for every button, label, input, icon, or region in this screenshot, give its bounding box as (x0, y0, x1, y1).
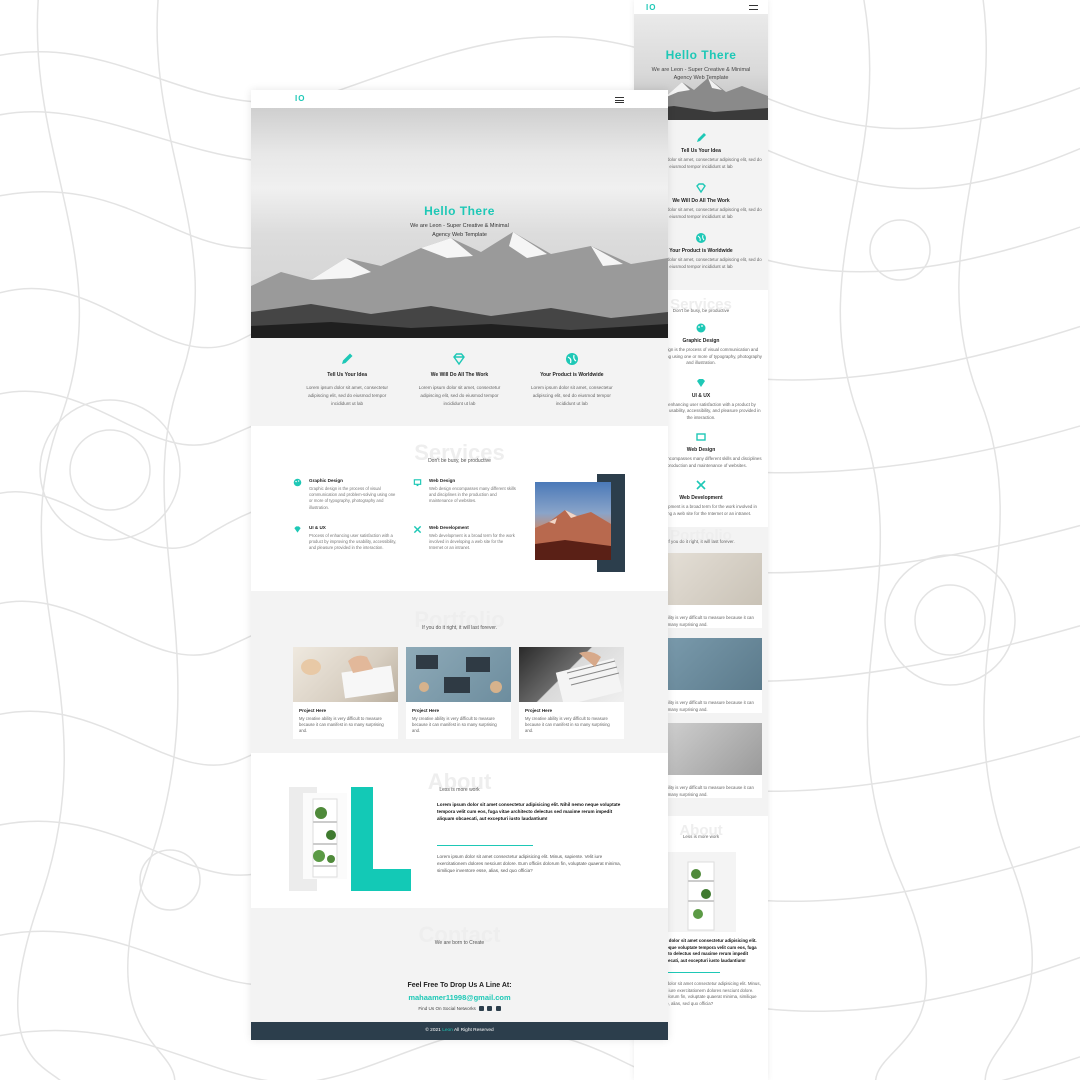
service-title: Web Design (429, 478, 456, 483)
about-section: About Less is more work Lorem ipsum dolo… (251, 753, 668, 908)
services-section: Services Don't be busy, be productive Gr… (251, 426, 668, 591)
service-title: Graphic Design (309, 478, 343, 483)
service-text: Process of enhancing user satisfaction w… (309, 532, 397, 551)
palette-icon (293, 478, 302, 487)
instagram-icon[interactable] (479, 1006, 485, 1012)
hamburger-menu-icon[interactable] (615, 97, 624, 103)
monitor-icon (696, 433, 706, 441)
project-card[interactable]: Project Here My creative ability is very… (293, 647, 398, 739)
diamond-icon (696, 183, 706, 194)
portfolio-section: Portfolio If you do it right, it will la… (251, 591, 668, 753)
service-item: UI & UX Process of enhancing user satisf… (291, 525, 397, 552)
feature-text: Lorem ipsum dolor sit amet, consectetur … (418, 385, 501, 406)
feature-text: Lorem ipsum dolor sit amet, consectetur … (306, 385, 389, 406)
portfolio-heading: Portfolio If you do it right, it will la… (251, 607, 668, 637)
service-text: Web development is a broad term for the … (429, 532, 515, 551)
mobile-hero-subtitle: We are Leon - Super Creative & Minimal A… (651, 67, 751, 81)
features-section: Tell Us Your Idea Lorem ipsum dolor sit … (251, 338, 668, 426)
feature-title: We Will Do All The Work (430, 372, 489, 378)
project-text: My creative ability is very difficult to… (525, 716, 610, 734)
contact-email-link[interactable]: mahaamer11998@gmail.com (251, 993, 668, 1002)
contact-section: Contact We are born to Create Feel Free … (251, 908, 668, 1022)
service-text: Graphic design is the process of visual … (309, 486, 396, 510)
project-title: Project Here (299, 708, 327, 713)
feature-text: Lorem ipsum dolor sit amet, consectetur … (530, 385, 613, 406)
about-divider (437, 845, 533, 846)
logo[interactable]: IO (295, 94, 305, 103)
globe-icon (565, 353, 578, 365)
footer-copyright: © 2021 (425, 1028, 441, 1033)
mobile-about-image (666, 852, 736, 932)
code-icon (413, 525, 422, 533)
project-image (519, 647, 624, 702)
contact-heading: Contact We are born to Create (251, 922, 668, 952)
project-title: Project Here (525, 708, 553, 713)
monitor-icon (413, 479, 422, 487)
project-title: Project Here (412, 708, 440, 713)
mobile-logo[interactable]: IO (646, 3, 656, 12)
pencil-icon (342, 353, 353, 364)
portfolio-tagline: If you do it right, it will last forever… (421, 625, 498, 631)
hero-section: Hello There We are Leon - Super Creative… (251, 108, 668, 338)
project-text: My creative ability is very difficult to… (299, 716, 384, 734)
footer: © 2021 Leon All Right Reserved (251, 1022, 668, 1040)
social-label: Find Us On Social Networks (418, 1006, 476, 1011)
navbar: IO (251, 90, 668, 108)
contact-tagline: We are born to Create (434, 940, 485, 946)
service-item: Web Development Web development is a bro… (411, 525, 517, 552)
about-plant-shelf-image (303, 793, 347, 879)
social-networks: Find Us On Social Networks (251, 1006, 668, 1012)
feature-item: Your Product is Worldwide Lorem ipsum do… (516, 352, 628, 426)
services-mountain-photo (535, 482, 611, 560)
services-tagline: Don't be busy, be productive (428, 458, 491, 464)
mobile-navbar: IO (634, 0, 768, 14)
mobile-menu-icon[interactable] (749, 5, 758, 10)
service-title: Web Development (429, 524, 469, 530)
palette-icon (696, 323, 706, 333)
about-accent-bar (351, 869, 411, 891)
about-text: Lorem ipsum dolor sit amet consectetur a… (437, 854, 622, 873)
diamond-icon (294, 526, 301, 533)
project-image (406, 647, 511, 702)
desktop-mockup: IO Hello There We are Leon - Super Creat… (251, 90, 668, 1040)
contact-cta: Feel Free To Drop Us A Line At: (407, 982, 512, 989)
service-item: Web Design Web design encompasses many d… (411, 478, 517, 511)
globe-icon (696, 233, 706, 243)
diamond-icon (697, 378, 705, 387)
feature-item: We Will Do All The Work Lorem ipsum dolo… (403, 352, 515, 426)
footer-brand-link[interactable]: Leon (442, 1028, 453, 1033)
pencil-icon (697, 133, 706, 142)
mountain-image (251, 232, 668, 338)
hero-subtitle: We are Leon - Super Creative & Minimal A… (410, 223, 509, 238)
about-bold-text: Lorem ipsum dolor sit amet consectetur a… (437, 802, 621, 821)
services-grid: Graphic Design Graphic design is the pro… (291, 478, 517, 551)
feature-title: Tell Us Your Idea (327, 372, 368, 378)
feature-title: Your Product is Worldwide (540, 372, 604, 378)
project-image (293, 647, 398, 702)
project-card[interactable]: Project Here My creative ability is very… (406, 647, 511, 739)
project-card[interactable]: Project Here My creative ability is very… (519, 647, 624, 739)
service-item: Graphic Design Graphic design is the pro… (291, 478, 397, 511)
project-text: My creative ability is very difficult to… (412, 716, 497, 734)
portfolio-cards: Project Here My creative ability is very… (293, 647, 624, 739)
hero-title: Hello There (424, 204, 495, 218)
services-heading: Services Don't be busy, be productive (251, 440, 668, 470)
code-icon (696, 480, 706, 490)
feature-item: Tell Us Your Idea Lorem ipsum dolor sit … (291, 352, 403, 426)
service-text: Web design encompasses many different sk… (429, 486, 516, 504)
diamond-icon (453, 353, 466, 366)
service-title: UI & UX (309, 524, 326, 530)
mobile-hero-title: Hello There (665, 48, 737, 62)
facebook-icon[interactable] (487, 1006, 493, 1012)
twitter-icon[interactable] (495, 1006, 501, 1012)
footer-rights: All Right Reserved (453, 1028, 494, 1033)
